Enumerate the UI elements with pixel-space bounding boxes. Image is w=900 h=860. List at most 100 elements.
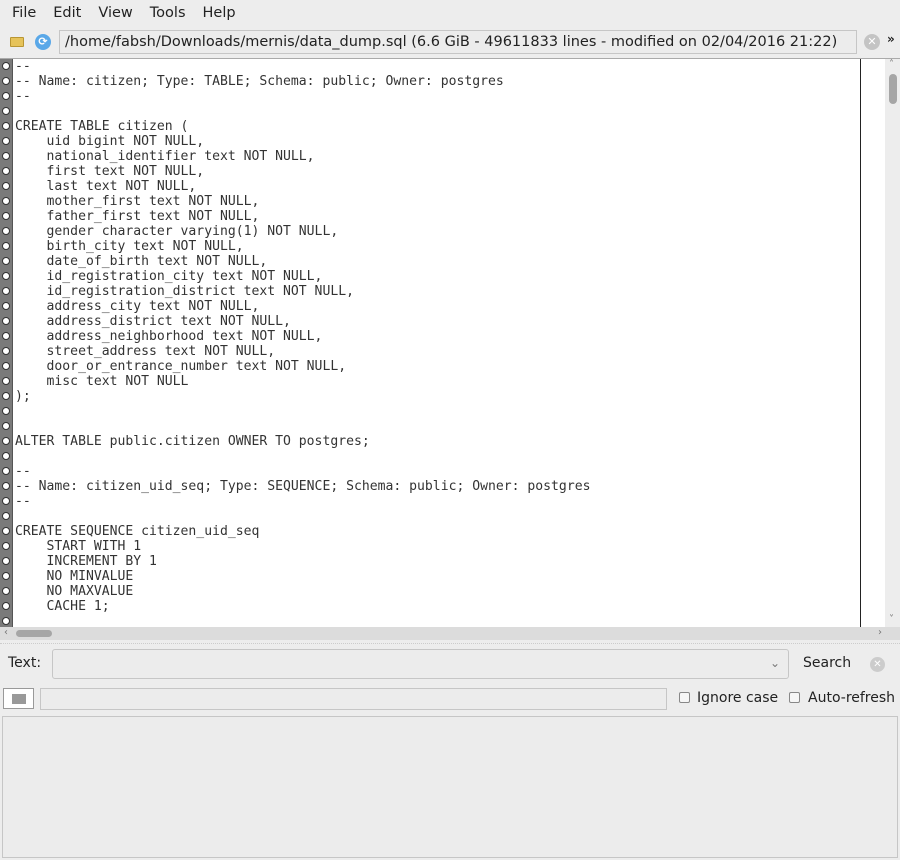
horizontal-scrollbar[interactable]: ‹ › bbox=[0, 627, 900, 640]
code-line: last text NOT NULL, bbox=[15, 179, 197, 194]
search-button[interactable]: Search bbox=[803, 655, 851, 671]
bookmark-dot-icon[interactable] bbox=[2, 77, 10, 85]
menu-view[interactable]: View bbox=[98, 5, 132, 21]
chevron-down-icon[interactable]: ⌄ bbox=[770, 656, 780, 670]
toolbar: ⟳ /home/fabsh/Downloads/mernis/data_dump… bbox=[0, 29, 900, 57]
code-line: ); bbox=[15, 389, 31, 404]
file-viewer[interactable]: -- -- Name: citizen; Type: TABLE; Schema:… bbox=[0, 58, 900, 628]
horizontal-scroll-thumb[interactable] bbox=[16, 630, 52, 637]
refresh-icon[interactable]: ⟳ bbox=[35, 34, 51, 50]
scroll-up-icon[interactable]: ˄ bbox=[889, 59, 894, 70]
code-line: address_district text NOT NULL, bbox=[15, 314, 291, 329]
bookmark-dot-icon[interactable] bbox=[2, 152, 10, 160]
bookmark-dot-icon[interactable] bbox=[2, 212, 10, 220]
code-line: -- bbox=[15, 464, 31, 479]
code-line: id_registration_district text NOT NULL, bbox=[15, 284, 354, 299]
bookmark-dot-icon[interactable] bbox=[2, 482, 10, 490]
overflow-menu-button[interactable]: » bbox=[887, 32, 895, 46]
code-line: street_address text NOT NULL, bbox=[15, 344, 276, 359]
bookmark-dot-icon[interactable] bbox=[2, 527, 10, 535]
code-line: gender character varying(1) NOT NULL, bbox=[15, 224, 339, 239]
bookmark-dot-icon[interactable] bbox=[2, 302, 10, 310]
bookmark-dot-icon[interactable] bbox=[2, 92, 10, 100]
menu-bar: File Edit View Tools Help bbox=[0, 0, 900, 26]
code-line: ALTER TABLE public.citizen OWNER TO post… bbox=[15, 434, 370, 449]
open-folder-icon[interactable] bbox=[10, 37, 24, 47]
bookmark-dot-icon[interactable] bbox=[2, 602, 10, 610]
bookmark-dot-icon[interactable] bbox=[2, 512, 10, 520]
bookmark-dot-icon[interactable] bbox=[2, 362, 10, 370]
code-line: misc text NOT NULL bbox=[15, 374, 189, 389]
pane-splitter[interactable] bbox=[0, 640, 900, 644]
auto-refresh-label[interactable]: Auto-refresh bbox=[808, 690, 895, 706]
bookmark-dot-icon[interactable] bbox=[2, 272, 10, 280]
code-line: START WITH 1 bbox=[15, 539, 142, 554]
code-line: CREATE TABLE citizen ( bbox=[15, 119, 189, 134]
clear-search-icon[interactable]: ✕ bbox=[870, 657, 885, 672]
bookmark-dot-icon[interactable] bbox=[2, 332, 10, 340]
code-line: -- bbox=[15, 59, 31, 74]
code-line: door_or_entrance_number text NOT NULL, bbox=[15, 359, 347, 374]
bookmark-dot-icon[interactable] bbox=[2, 467, 10, 475]
bookmark-dot-icon[interactable] bbox=[2, 422, 10, 430]
ignore-case-checkbox[interactable] bbox=[679, 692, 690, 703]
bookmark-dot-icon[interactable] bbox=[2, 182, 10, 190]
bookmark-dot-icon[interactable] bbox=[2, 452, 10, 460]
bookmark-dot-icon[interactable] bbox=[2, 227, 10, 235]
scroll-right-icon[interactable]: › bbox=[878, 627, 882, 638]
filter-input[interactable] bbox=[40, 688, 667, 710]
scroll-left-icon[interactable]: ‹ bbox=[4, 627, 8, 638]
bookmark-dot-icon[interactable] bbox=[2, 557, 10, 565]
search-results-panel[interactable] bbox=[2, 716, 898, 858]
bookmark-dot-icon[interactable] bbox=[2, 257, 10, 265]
scroll-down-icon[interactable]: ˅ bbox=[889, 614, 894, 625]
vertical-scrollbar[interactable]: ˄ ˅ bbox=[860, 59, 900, 628]
menu-help[interactable]: Help bbox=[203, 5, 236, 21]
code-line: uid bigint NOT NULL, bbox=[15, 134, 205, 149]
code-line: -- bbox=[15, 89, 31, 104]
code-line: address_neighborhood text NOT NULL, bbox=[15, 329, 323, 344]
code-line: date_of_birth text NOT NULL, bbox=[15, 254, 268, 269]
menu-edit[interactable]: Edit bbox=[53, 5, 81, 21]
bookmark-dot-icon[interactable] bbox=[2, 377, 10, 385]
code-line: -- bbox=[15, 494, 31, 509]
ignore-case-label[interactable]: Ignore case bbox=[697, 690, 778, 706]
bookmark-dot-icon[interactable] bbox=[2, 122, 10, 130]
bookmark-dot-icon[interactable] bbox=[2, 107, 10, 115]
code-line: birth_city text NOT NULL, bbox=[15, 239, 244, 254]
stop-button[interactable] bbox=[3, 688, 34, 709]
code-line: -- Name: citizen_uid_seq; Type: SEQUENCE… bbox=[15, 479, 591, 494]
code-line: NO MINVALUE bbox=[15, 569, 134, 584]
bookmark-dot-icon[interactable] bbox=[2, 407, 10, 415]
line-gutter bbox=[0, 59, 13, 628]
bookmark-dot-icon[interactable] bbox=[2, 137, 10, 145]
bookmark-dot-icon[interactable] bbox=[2, 167, 10, 175]
bookmark-dot-icon[interactable] bbox=[2, 347, 10, 355]
vertical-scroll-thumb[interactable] bbox=[889, 74, 897, 104]
bookmark-dot-icon[interactable] bbox=[2, 287, 10, 295]
auto-refresh-checkbox[interactable] bbox=[789, 692, 800, 703]
file-path-field[interactable]: /home/fabsh/Downloads/mernis/data_dump.s… bbox=[59, 30, 857, 54]
close-file-icon[interactable]: ✕ bbox=[864, 34, 880, 50]
code-line: national_identifier text NOT NULL, bbox=[15, 149, 315, 164]
bookmark-dot-icon[interactable] bbox=[2, 542, 10, 550]
menu-file[interactable]: File bbox=[12, 5, 36, 21]
bookmark-dot-icon[interactable] bbox=[2, 497, 10, 505]
code-area[interactable]: -- -- Name: citizen; Type: TABLE; Schema:… bbox=[15, 59, 860, 628]
bookmark-dot-icon[interactable] bbox=[2, 242, 10, 250]
bookmark-dot-icon[interactable] bbox=[2, 587, 10, 595]
code-line: -- Name: citizen; Type: TABLE; Schema: p… bbox=[15, 74, 504, 89]
code-line: id_registration_city text NOT NULL, bbox=[15, 269, 323, 284]
bookmark-dot-icon[interactable] bbox=[2, 392, 10, 400]
menu-tools[interactable]: Tools bbox=[150, 5, 186, 21]
bookmark-dot-icon[interactable] bbox=[2, 572, 10, 580]
search-text-combo[interactable]: ⌄ bbox=[52, 649, 789, 679]
bookmark-dot-icon[interactable] bbox=[2, 62, 10, 70]
code-line: INCREMENT BY 1 bbox=[15, 554, 157, 569]
code-line: address_city text NOT NULL, bbox=[15, 299, 260, 314]
bookmark-dot-icon[interactable] bbox=[2, 197, 10, 205]
bookmark-dot-icon[interactable] bbox=[2, 437, 10, 445]
bookmark-dot-icon[interactable] bbox=[2, 317, 10, 325]
code-line: mother_first text NOT NULL, bbox=[15, 194, 260, 209]
bookmark-dot-icon[interactable] bbox=[2, 617, 10, 625]
